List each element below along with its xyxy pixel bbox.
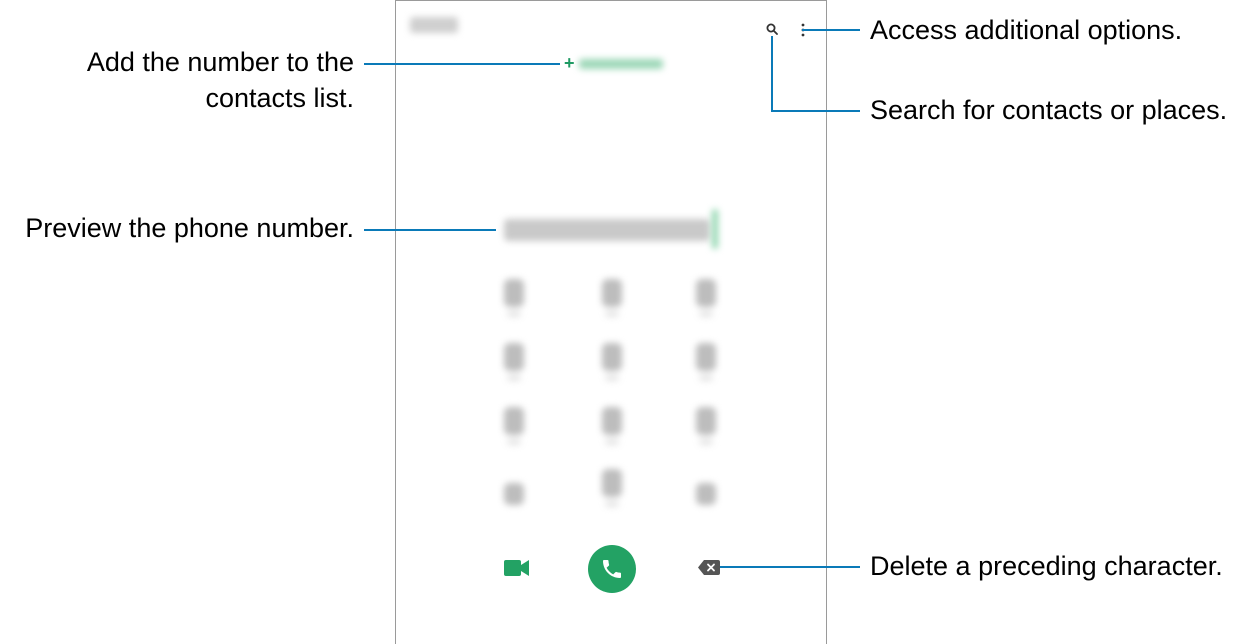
keypad-key[interactable]	[600, 343, 624, 385]
phone-screen: +	[395, 0, 827, 644]
callout-line-search-vertical	[771, 36, 773, 112]
keypad-key-hash[interactable]	[694, 475, 718, 517]
callout-preview: Preview the phone number.	[25, 213, 354, 243]
callout-line-preview	[364, 229, 496, 231]
callout-more-options: Access additional options.	[870, 15, 1183, 45]
callout-line-delete	[720, 566, 860, 568]
keypad-key[interactable]	[600, 279, 624, 321]
call-button[interactable]	[588, 545, 636, 593]
backspace-icon[interactable]	[698, 560, 720, 575]
video-call-icon[interactable]	[504, 558, 530, 578]
add-to-contacts-button[interactable]	[579, 59, 663, 69]
number-preview-field[interactable]	[504, 219, 710, 241]
keypad-key-star[interactable]	[502, 475, 526, 517]
page: + Add the number to the contacts list. P…	[0, 0, 1242, 644]
phone-icon	[603, 560, 621, 578]
callout-delete: Delete a preceding character.	[870, 551, 1223, 581]
plus-icon[interactable]: +	[564, 54, 575, 72]
callout-line-search	[771, 110, 860, 112]
keypad-key-zero[interactable]	[600, 469, 624, 511]
text-cursor	[712, 209, 718, 249]
keypad-key[interactable]	[600, 407, 624, 449]
search-icon[interactable]	[766, 23, 778, 35]
callout-add-number-line1: Add the number to the	[86, 47, 354, 77]
keypad-key[interactable]	[502, 407, 526, 449]
keypad-key[interactable]	[694, 407, 718, 449]
callout-search: Search for contacts or places.	[870, 95, 1228, 125]
keypad-key[interactable]	[502, 279, 526, 321]
keypad-key[interactable]	[502, 343, 526, 385]
keypad-key[interactable]	[694, 343, 718, 385]
app-title	[410, 17, 458, 33]
callout-line-add-number	[364, 63, 560, 65]
keypad-key[interactable]	[694, 279, 718, 321]
callout-line-more-options	[802, 29, 860, 31]
callout-add-number-line2: contacts list.	[205, 83, 354, 113]
